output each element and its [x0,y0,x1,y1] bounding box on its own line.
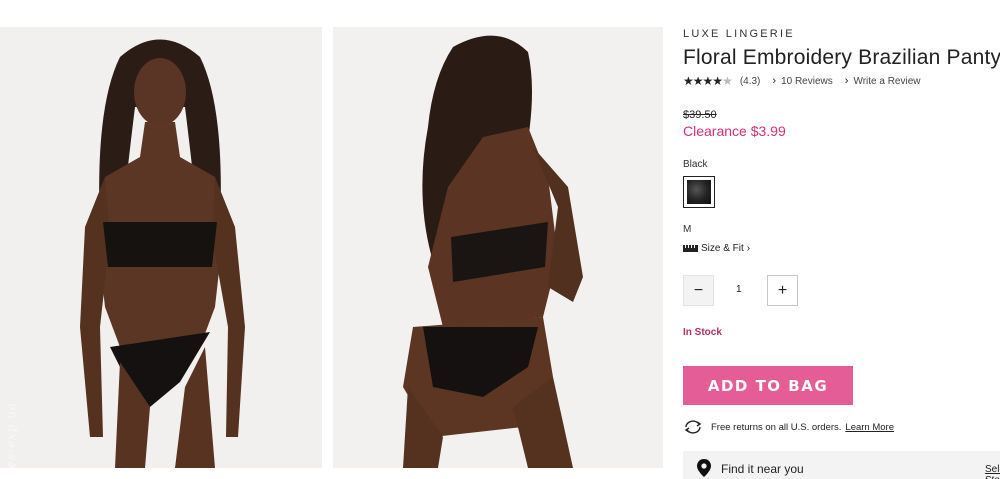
size-fit-label: Size & Fit [701,243,744,254]
write-review-link[interactable]: Write a Review [853,76,920,87]
brand-name: LUXE LINGERIE [683,28,795,40]
returns-text: Free returns on all U.S. orders. [711,421,842,433]
find-near-you-label: Find it near you [721,462,804,476]
returns-info: Free returns on all U.S. orders. Learn M… [683,419,894,435]
star-rating[interactable]: ★ ★ ★ ★ ★ [683,74,733,88]
product-info-panel: LUXE LINGERIE Floral Embroidery Brazilia… [683,0,1000,479]
size-label: M [683,224,692,235]
color-label: Black [683,159,708,170]
star-half-icon: ★ [722,74,733,88]
model-back-image [333,27,663,468]
product-photo-back[interactable] [333,27,663,468]
returns-icon [684,420,702,434]
sale-price: Clearance $3.99 [683,123,786,139]
find-in-store-panel: Find it near you Select Store [683,451,1000,479]
rating-row: ★ ★ ★ ★ ★ (4.3) › 10 Reviews › Write a R… [683,74,921,88]
select-store-link[interactable]: Select Store [985,464,1000,479]
add-to-bag-button[interactable]: ADD TO BAG [683,366,853,405]
watermark: ladies-exp.ua [4,401,18,468]
model-front-image [0,27,322,468]
star-icon: ★ [692,74,704,88]
stock-status: In Stock [683,327,722,338]
quantity-value[interactable]: 1 [736,284,742,295]
product-title: Floral Embroidery Brazilian Panty [683,46,1000,69]
star-icon: ★ [712,74,723,88]
ruler-icon [683,245,698,252]
star-icon: ★ [702,74,714,88]
quantity-decrease-button[interactable]: − [683,275,714,306]
chevron-right-icon: › [844,75,849,87]
star-icon: ★ [683,74,694,88]
size-fit-link[interactable]: Size & Fit › [683,243,750,254]
quantity-increase-button[interactable]: + [767,275,798,306]
chevron-right-icon: › [772,75,777,87]
learn-more-link[interactable]: Learn More [845,422,894,433]
location-pin-icon [697,459,711,477]
rating-value: (4.3) [739,75,761,87]
swatch-image [687,180,711,204]
reviews-link[interactable]: 10 Reviews [781,76,833,87]
product-photo-front[interactable]: ladies-exp.ua [0,27,322,468]
color-swatch-black[interactable] [683,176,715,208]
chevron-right-icon: › [746,243,751,254]
original-price: $39.50 [683,109,717,121]
